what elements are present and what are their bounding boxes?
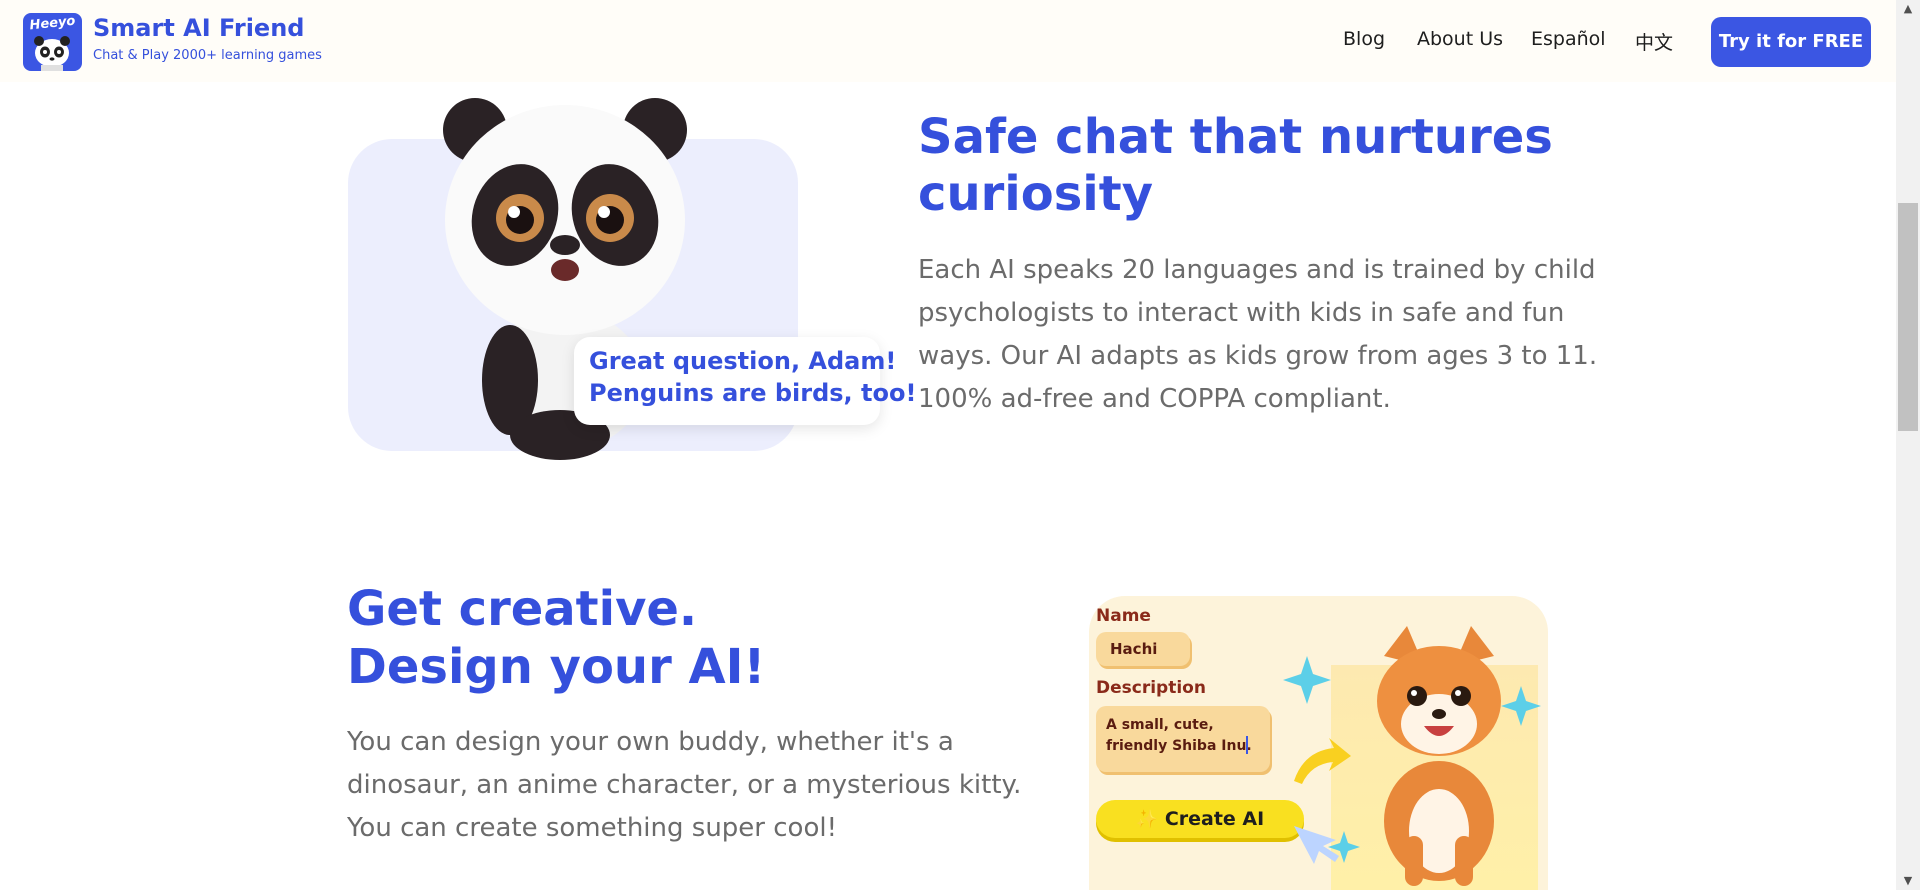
safe-chat-para-line-2: psychologists to interact with kids in s… — [918, 298, 1565, 328]
try-free-button[interactable]: Try it for FREE — [1711, 17, 1871, 67]
scroll-up-arrow-icon[interactable]: ▲ — [1900, 2, 1916, 16]
shiba-illustration — [1283, 626, 1541, 886]
nav-espanol[interactable]: Español — [1531, 28, 1606, 50]
create-heading-line-2: Design your AI! — [347, 639, 766, 695]
scrollbar-track[interactable] — [1896, 0, 1920, 890]
scroll-down-arrow-icon[interactable]: ▼ — [1900, 874, 1916, 888]
chat-bubble: Great question, Adam! Penguins are birds… — [574, 337, 916, 425]
create-para-line-2: dinosaur, an anime character, or a myste… — [347, 770, 1022, 800]
nav-chinese[interactable]: 中文 — [1635, 28, 1673, 55]
create-heading-line-1: Get creative. — [347, 581, 698, 637]
create-para-line-3: You can create something super cool! — [347, 813, 838, 843]
heeyo-logo[interactable]: Heeyo — [23, 13, 82, 71]
scrollbar-thumb[interactable] — [1898, 203, 1918, 431]
safe-chat-para-line-4: 100% ad-free and COPPA compliant. — [918, 384, 1391, 414]
safe-chat-para-line-1: Each AI speaks 20 languages and is train… — [918, 255, 1596, 285]
brand-subtitle: Chat & Play 2000+ learning games — [93, 48, 322, 63]
bubble-text-line-2: Penguins are birds, too! — [589, 379, 917, 407]
safe-chat-heading-line-2: curiosity — [918, 166, 1153, 222]
create-para-line-1: You can design your own buddy, whether i… — [347, 727, 954, 757]
safe-chat-heading-line-1: Safe chat that nurtures — [918, 109, 1553, 165]
panda-face-icon — [34, 36, 70, 71]
site-header: Heeyo Smart AI Friend Chat & Play 2000+ … — [0, 0, 1896, 82]
create-ai-card: Name Hachi Description A small, cute, fr… — [1089, 596, 1548, 890]
brand-title[interactable]: Smart AI Friend — [93, 14, 304, 42]
bubble-text-line-1: Great question, Adam! — [589, 347, 897, 375]
nav-blog[interactable]: Blog — [1343, 28, 1385, 50]
safe-chat-para-line-3: ways. Our AI adapts as kids grow from ag… — [918, 341, 1598, 371]
nav-about-us[interactable]: About Us — [1417, 28, 1503, 50]
